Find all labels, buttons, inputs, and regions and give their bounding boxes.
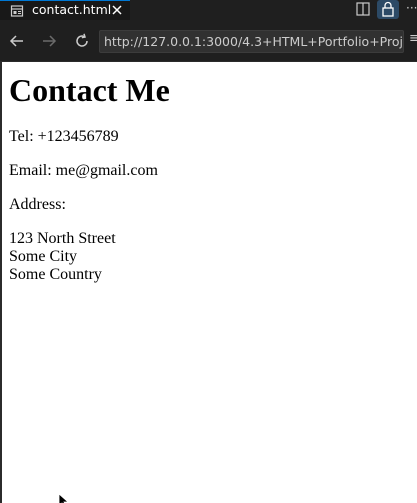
tab-bar: contact.html ··· (0, 0, 417, 20)
split-editor-icon (356, 2, 370, 16)
page-content: Contact Me Tel: +123456789 Email: me@gma… (9, 62, 170, 283)
page-viewport: Contact Me Tel: +123456789 Email: me@gma… (0, 62, 417, 503)
more-actions-button[interactable]: ··· (404, 0, 417, 19)
url-input[interactable]: http://127.0.0.1:3000/4.3+HTML+Portfolio… (99, 30, 404, 53)
preview-icon (10, 5, 24, 17)
mouse-cursor-icon (58, 494, 70, 503)
lock-button[interactable] (377, 0, 399, 19)
address-line-city: Some City (9, 248, 78, 265)
reload-button[interactable] (73, 32, 91, 50)
menu-button[interactable]: ≡ (409, 31, 417, 48)
split-editor-button[interactable] (352, 0, 374, 19)
reload-icon (76, 33, 88, 47)
browser-preview-window: contact.html ··· http://127.0.0.1:3000/4… (0, 0, 417, 503)
email-text: Email: me@gmail.com (9, 162, 158, 179)
address-line-street: 123 North Street (9, 230, 116, 247)
forward-button[interactable] (40, 32, 58, 50)
url-text: http://127.0.0.1:3000/4.3+HTML+Portfolio… (104, 34, 404, 49)
back-button[interactable] (8, 32, 26, 50)
telephone-text: Tel: +123456789 (9, 128, 119, 145)
arrow-right-icon (43, 35, 57, 47)
more-actions-label: ··· (406, 1, 417, 15)
arrow-left-icon (9, 35, 23, 47)
address-block: 123 North Street Some City Some Country (9, 230, 116, 284)
tab-contact-html[interactable]: contact.html (0, 0, 130, 20)
menu-icon: ≡ (409, 31, 417, 46)
close-icon[interactable] (110, 3, 124, 17)
lock-icon (382, 1, 394, 17)
address-line-country: Some Country (9, 266, 102, 283)
address-label: Address: (9, 196, 66, 213)
page-heading: Contact Me (9, 72, 170, 108)
navigation-bar: http://127.0.0.1:3000/4.3+HTML+Portfolio… (0, 20, 417, 62)
tab-title: contact.html (32, 2, 112, 17)
